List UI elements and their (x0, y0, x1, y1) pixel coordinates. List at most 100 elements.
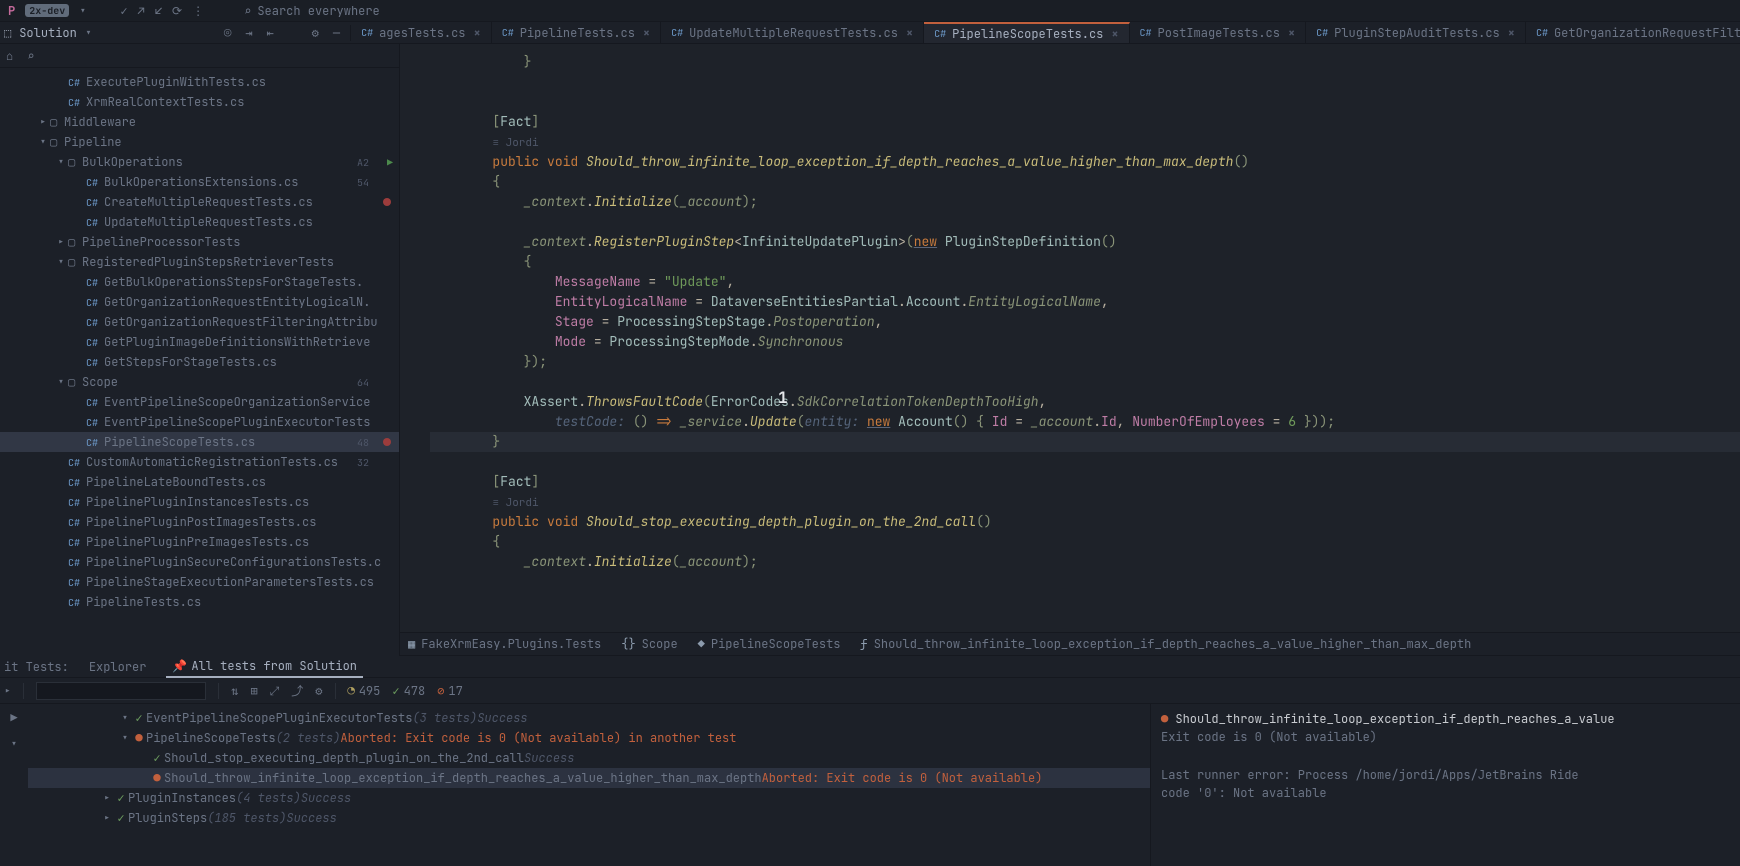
chevron-down-icon[interactable]: ▾ (85, 25, 92, 41)
expand-icon[interactable]: ⇥ (245, 25, 252, 41)
chevron-icon[interactable]: ▾ (36, 134, 50, 150)
close-icon[interactable]: × (474, 25, 481, 41)
tree-file[interactable]: C#PipelinePluginInstancesTests.cs (0, 492, 399, 512)
chevron-icon[interactable]: ▾ (118, 710, 132, 726)
close-icon[interactable]: × (906, 25, 913, 41)
tree-file[interactable]: C#CustomAutomaticRegistrationTests.cs32 (0, 452, 399, 472)
tests-tree[interactable]: ▾✓ EventPipelineScopePluginExecutorTests… (28, 704, 1150, 866)
home-icon[interactable]: ⌂ (6, 48, 13, 64)
vcs-push-icon[interactable]: ↗ (138, 3, 145, 19)
tree-file[interactable]: C#CreateMultipleRequestTests.cs (0, 192, 399, 212)
editor-tab[interactable]: C#agesTests.cs× (351, 22, 492, 43)
editor-tab[interactable]: C#GetOrganizationRequestFilter× (1526, 22, 1740, 43)
code-line[interactable]: testCode: () => _service.Update(entity: … (430, 412, 1740, 432)
tree-file[interactable]: C#PipelineScopeTests.cs48 (0, 432, 399, 452)
tree-file[interactable]: C#PipelinePluginSecureConfigurationsTest… (0, 552, 399, 572)
branch-badge[interactable]: 2x-dev (25, 4, 69, 17)
tree-folder[interactable]: ▸▢PipelineProcessorTests (0, 232, 399, 252)
sort-icon[interactable]: ⇅ (231, 683, 238, 699)
tree-file[interactable]: C#GetStepsForStageTests.cs (0, 352, 399, 372)
code-line[interactable]: } (430, 432, 1740, 452)
tree-file[interactable]: C#UpdateMultipleRequestTests.cs (0, 212, 399, 232)
chevron-icon[interactable]: ▾ (54, 374, 68, 390)
breakpoint-icon[interactable] (383, 198, 391, 206)
editor-tab[interactable]: C#PipelineScopeTests.cs× (924, 22, 1129, 43)
chevron-icon[interactable]: ▸ (100, 790, 114, 806)
breadcrumb[interactable]: ▦FakeXrmEasy.Plugins.Tests{}Scope◆Pipeli… (400, 632, 1740, 656)
tree-file[interactable]: C#BulkOperationsExtensions.cs54 (0, 172, 399, 192)
tree-file[interactable]: C#GetBulkOperationsStepsForStageTests. (0, 272, 399, 292)
code-line[interactable]: EntityLogicalName = DataverseEntitiesPar… (430, 292, 1740, 312)
code-editor[interactable]: 1 } [Fact] ≡ Jordi public void Should_th… (400, 44, 1740, 632)
code-line[interactable]: Mode = ProcessingStepMode.Synchronous (430, 332, 1740, 352)
code-line[interactable]: { (430, 532, 1740, 552)
vcs-history-icon[interactable]: ⟳ (172, 3, 182, 19)
chevron-icon[interactable]: ▾ (54, 154, 68, 170)
tree-file[interactable]: C#ExecutePluginWithTests.cs (0, 72, 399, 92)
close-icon[interactable]: × (1111, 26, 1118, 42)
close-icon[interactable]: × (1288, 25, 1295, 41)
tree-file[interactable]: C#GetOrganizationRequestEntityLogicalN. (0, 292, 399, 312)
chevron-icon[interactable]: ▸ (100, 810, 114, 826)
test-row[interactable]: ▸✓ PluginInstances (4 tests) Success (28, 788, 1150, 808)
code-line[interactable]: XAssert.ThrowsFaultCode(ErrorCodes.SdkCo… (430, 392, 1740, 412)
tree-folder[interactable]: ▾▢Scope64 (0, 372, 399, 392)
vcs-update-icon[interactable]: ↙ (155, 3, 162, 19)
code-line[interactable] (430, 452, 1740, 472)
target-icon[interactable]: ◎ (224, 25, 231, 41)
close-icon[interactable]: × (1508, 25, 1515, 41)
minimize-icon[interactable]: — (333, 25, 340, 41)
test-row[interactable]: ● Should_throw_infinite_loop_exception_i… (28, 768, 1150, 788)
editor-tab[interactable]: C#PipelineTests.cs× (492, 22, 661, 43)
tree-file[interactable]: C#PipelinePluginPostImagesTests.cs (0, 512, 399, 532)
code-line[interactable] (430, 212, 1740, 232)
chevron-down-icon[interactable]: ▾ (10, 736, 17, 752)
breadcrumb-item[interactable]: ▦FakeXrmEasy.Plugins.Tests (408, 636, 601, 652)
vcs-commit-icon[interactable]: ✓ (120, 3, 127, 19)
more-icon[interactable]: ⋮ (192, 3, 204, 19)
code-line[interactable]: MessageName = "Update", (430, 272, 1740, 292)
code-line[interactable]: }); (430, 352, 1740, 372)
tree-file[interactable]: C#PipelineLateBoundTests.cs (0, 472, 399, 492)
editor-tab[interactable]: C#PluginStepAuditTests.cs× (1306, 22, 1526, 43)
gear-icon[interactable]: ⚙ (315, 683, 322, 699)
code-line[interactable]: _context.RegisterPluginStep<InfiniteUpda… (430, 232, 1740, 252)
tree-file[interactable]: C#GetPluginImageDefinitionsWithRetrieve (0, 332, 399, 352)
chevron-down-icon[interactable]: ▸ (4, 683, 11, 699)
close-icon[interactable]: × (643, 25, 650, 41)
tests-total[interactable]: ◔495 (348, 683, 381, 699)
tree-file[interactable]: C#GetOrganizationRequestFilteringAttribu (0, 312, 399, 332)
export-icon[interactable]: ⤴ (291, 682, 303, 699)
tree-folder[interactable]: ▾▢BulkOperationsA2▶ (0, 152, 399, 172)
solution-tree[interactable]: C#ExecutePluginWithTests.csC#XrmRealCont… (0, 68, 399, 656)
code-line[interactable]: ≡ Jordi (430, 492, 1740, 512)
chevron-icon[interactable]: ▾ (54, 254, 68, 270)
editor-tab[interactable]: C#UpdateMultipleRequestTests.cs× (661, 22, 924, 43)
run-icon[interactable]: ▶ (10, 710, 17, 726)
tests-failed[interactable]: ⊘17 (437, 683, 463, 699)
test-row[interactable]: ▾● PipelineScopeTests (2 tests) Aborted:… (28, 728, 1150, 748)
tree-file[interactable]: C#EventPipelineScopeOrganizationService (0, 392, 399, 412)
breakpoint-icon[interactable] (383, 438, 391, 446)
tests-passed[interactable]: ✓478 (392, 683, 425, 699)
expand-all-icon[interactable]: ⤢ (270, 683, 280, 699)
chevron-down-icon[interactable]: ▾ (79, 3, 86, 19)
code-line[interactable]: public void Should_stop_executing_depth_… (430, 512, 1740, 532)
tree-file[interactable]: C#PipelinePluginPreImagesTests.cs (0, 532, 399, 552)
code-line[interactable]: _context.Initialize(_account); (430, 192, 1740, 212)
group-icon[interactable]: ⊞ (250, 683, 257, 699)
tests-tab-explorer[interactable]: Explorer (83, 657, 153, 677)
test-row[interactable]: ✓ Should_stop_executing_depth_plugin_on_… (28, 748, 1150, 768)
breadcrumb-item[interactable]: ƒShould_throw_infinite_loop_exception_if… (860, 636, 1471, 652)
tree-folder[interactable]: ▸▢Middleware (0, 112, 399, 132)
code-line[interactable] (430, 372, 1740, 392)
tests-filter-input[interactable] (36, 682, 206, 700)
breadcrumb-item[interactable]: ◆PipelineScopeTests (698, 636, 841, 652)
collapse-icon[interactable]: ⇤ (266, 25, 273, 41)
tree-file[interactable]: C#EventPipelineScopePluginExecutorTests (0, 412, 399, 432)
test-row[interactable]: ▾✓ EventPipelineScopePluginExecutorTests… (28, 708, 1150, 728)
chevron-icon[interactable]: ▸ (54, 234, 68, 250)
code-line[interactable]: } (430, 52, 1740, 72)
run-icon[interactable]: ▶ (387, 156, 393, 169)
search-icon[interactable]: ⌕ (27, 48, 34, 64)
